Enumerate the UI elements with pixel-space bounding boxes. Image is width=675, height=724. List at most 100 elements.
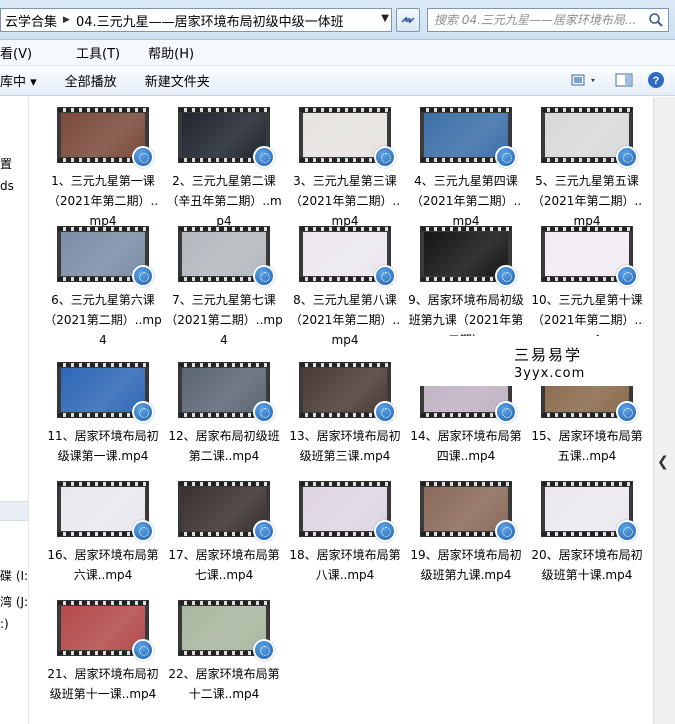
file-name: 5、三元九星第五课（2021年第二期）..mp4 <box>531 174 643 228</box>
menu-view[interactable]: 看(V) <box>0 43 44 62</box>
file-name: 18、居家环境布局第八课..mp4 <box>289 548 401 582</box>
file-name: 21、居家环境布局初级班第十一课..mp4 <box>47 667 159 701</box>
media-player-icon <box>253 265 275 287</box>
media-player-icon <box>374 265 396 287</box>
file-item[interactable]: 3、三元九星第三课（2021年第二期）..mp4 <box>286 107 404 231</box>
file-item[interactable]: 22、居家环境布局第十二课..mp4 <box>165 600 283 704</box>
nav-drive-i[interactable]: 碟 (I:) <box>0 567 28 584</box>
video-frame <box>303 232 387 276</box>
preview-pane-icon[interactable] <box>615 72 633 92</box>
file-list-area: 1、三元九星第一课（2021年第二期）..mp4 2、三元九星第二课（辛丑年第二期… <box>30 97 653 724</box>
video-frame <box>424 487 508 531</box>
video-frame <box>424 113 508 157</box>
file-item[interactable]: 4、三元九星第四课（2021年第二期）..mp4 <box>407 107 525 231</box>
media-player-icon <box>253 520 275 542</box>
address-dropdown-icon[interactable]: ▼ <box>381 13 389 24</box>
media-player-icon <box>132 265 154 287</box>
file-item[interactable]: 1、三元九星第一课（2021年第二期）..mp4 <box>44 107 162 231</box>
video-frame <box>545 113 629 157</box>
video-thumbnail[interactable] <box>178 600 275 661</box>
file-name: 8、三元九星第八课（2021年第二期）..mp4 <box>289 293 401 347</box>
video-thumbnail[interactable] <box>420 226 517 287</box>
video-thumbnail[interactable] <box>299 226 396 287</box>
search-icon[interactable] <box>648 12 664 31</box>
file-item[interactable]: 8、三元九星第八课（2021年第二期）..mp4 <box>286 226 404 350</box>
media-player-icon <box>616 401 638 423</box>
video-thumbnail[interactable] <box>57 481 154 542</box>
video-thumbnail[interactable] <box>178 362 275 423</box>
watermark: 三易易学 3yyx.com <box>418 336 658 386</box>
file-item[interactable]: 21、居家环境布局初级班第十一课..mp4 <box>44 600 162 704</box>
breadcrumb-separator-icon[interactable]: ▶ <box>61 15 72 25</box>
video-thumbnail[interactable] <box>57 600 154 661</box>
video-thumbnail[interactable] <box>420 481 517 542</box>
vertical-scrollbar[interactable]: ❮ <box>653 97 675 724</box>
file-item[interactable]: 7、三元九星第七课（2021第二期）..mp4 <box>165 226 283 350</box>
watermark-url: 3yyx.com <box>514 366 586 381</box>
video-thumbnail[interactable] <box>178 226 275 287</box>
file-name: 2、三元九星第二课（辛丑年第二期）..mp4 <box>166 174 282 228</box>
media-player-icon <box>253 639 275 661</box>
play-all-button[interactable]: 全部播放 <box>65 71 117 90</box>
new-folder-button[interactable]: 新建文件夹 <box>145 71 210 90</box>
video-thumbnail[interactable] <box>420 107 517 168</box>
file-item[interactable]: 2、三元九星第二课（辛丑年第二期）..mp4 <box>165 107 283 231</box>
video-thumbnail[interactable] <box>299 362 396 423</box>
file-item[interactable]: 12、居家布局初级班第二课..mp4 <box>165 362 283 466</box>
media-player-icon <box>132 639 154 661</box>
file-item[interactable]: 11、居家环境布局初级课第一课.mp4 <box>44 362 162 466</box>
video-thumbnail[interactable] <box>57 107 154 168</box>
video-thumbnail[interactable] <box>541 226 638 287</box>
video-thumbnail[interactable] <box>178 107 275 168</box>
nav-drive-other[interactable]: :) <box>0 617 9 631</box>
include-in-library-button[interactable]: 库中 ▾ <box>0 71 37 90</box>
video-frame <box>61 232 145 276</box>
menu-bar: 看(V) 工具(T) 帮助(H) <box>0 40 675 66</box>
file-item[interactable]: 10、三元九星第十课（2021年第二期）..mp4 <box>528 226 646 350</box>
file-item[interactable]: 5、三元九星第五课（2021年第二期）..mp4 <box>528 107 646 231</box>
media-player-icon <box>132 520 154 542</box>
file-name: 11、居家环境布局初级课第一课.mp4 <box>47 429 159 463</box>
media-player-icon <box>495 520 517 542</box>
video-thumbnail[interactable] <box>299 481 396 542</box>
media-player-icon <box>616 520 638 542</box>
video-frame <box>545 487 629 531</box>
scroll-left-arrow-icon[interactable]: ❮ <box>657 454 669 470</box>
file-item[interactable]: 6、三元九星第六课（2021第二期）..mp4 <box>44 226 162 350</box>
file-item[interactable]: 16、居家环境布局第六课..mp4 <box>44 481 162 585</box>
help-icon[interactable]: ? <box>647 71 665 93</box>
nav-item-2[interactable]: ds <box>0 179 14 193</box>
breadcrumb-segment-1[interactable]: 云学合集 <box>1 11 61 30</box>
media-player-icon <box>374 401 396 423</box>
menu-tools[interactable]: 工具(T) <box>76 43 132 62</box>
video-frame <box>303 113 387 157</box>
video-thumbnail[interactable] <box>541 481 638 542</box>
file-item[interactable]: 13、居家环境布局初级班第三课.mp4 <box>286 362 404 466</box>
refresh-button[interactable] <box>396 8 420 32</box>
address-bar-row: 云学合集 ▶ 04.三元九星——居家环境布局初级中级一体班 ▼ <box>0 0 675 40</box>
address-bar[interactable]: 云学合集 ▶ 04.三元九星——居家环境布局初级中级一体班 ▼ <box>0 8 392 32</box>
video-thumbnail[interactable] <box>178 481 275 542</box>
view-options-icon[interactable] <box>571 72 601 92</box>
video-thumbnail[interactable] <box>57 362 154 423</box>
file-name: 1、三元九星第一课（2021年第二期）..mp4 <box>47 174 159 228</box>
video-thumbnail[interactable] <box>299 107 396 168</box>
file-item[interactable]: 18、居家环境布局第八课..mp4 <box>286 481 404 585</box>
nav-item-1[interactable]: 置 <box>0 155 12 172</box>
file-name: 3、三元九星第三课（2021年第二期）..mp4 <box>289 174 401 228</box>
video-thumbnail[interactable] <box>541 107 638 168</box>
file-name: 4、三元九星第四课（2021年第二期）..mp4 <box>410 174 522 228</box>
menu-help[interactable]: 帮助(H) <box>148 43 206 62</box>
file-item[interactable]: 19、居家环境布局初级班第九课.mp4 <box>407 481 525 585</box>
nav-drive-j[interactable]: 湾 (J: <box>0 593 28 610</box>
file-name: 17、居家环境布局第七课..mp4 <box>168 548 280 582</box>
media-player-icon <box>495 265 517 287</box>
video-thumbnail[interactable] <box>57 226 154 287</box>
file-item[interactable]: 9、居家环境布局初级班第九课（2021年第二期） <box>407 226 525 350</box>
search-box[interactable] <box>427 8 669 32</box>
search-input[interactable] <box>428 10 643 30</box>
breadcrumb-segment-2[interactable]: 04.三元九星——居家环境布局初级中级一体班 <box>72 11 348 30</box>
file-item[interactable]: 17、居家环境布局第七课..mp4 <box>165 481 283 585</box>
file-item[interactable]: 20、居家环境布局初级班第十课.mp4 <box>528 481 646 585</box>
file-name: 22、居家环境布局第十二课..mp4 <box>168 667 280 701</box>
